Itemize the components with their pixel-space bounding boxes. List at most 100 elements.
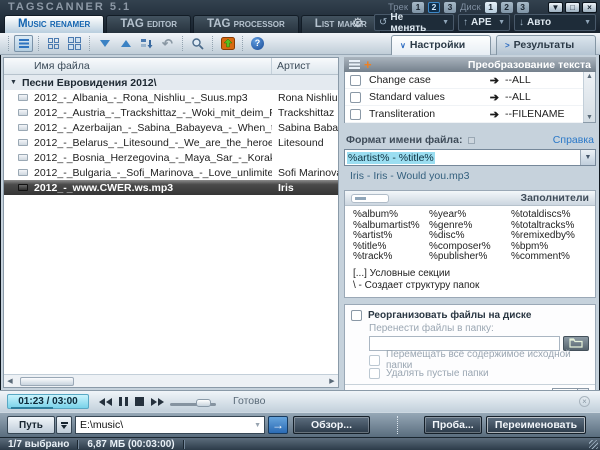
write-mode-dropdown[interactable]: ↓ Авто ▼: [514, 14, 596, 31]
placeholder-tag[interactable]: %year%: [429, 210, 511, 221]
path-mode-button[interactable]: Путь: [7, 416, 55, 434]
tab-settings[interactable]: ∨ Настройки: [391, 35, 491, 55]
table-row[interactable]: 2012_-_Belarus_-_Litesound_-_We_are_the_…: [4, 135, 338, 150]
tab-tag-editor[interactable]: TAG editor: [106, 15, 191, 33]
chevron-down-icon[interactable]: ▼: [580, 150, 595, 165]
file-list-panel: Имя файла Артист ▼ Песни Евровидения 201…: [3, 57, 339, 388]
column-header-name[interactable]: Имя файла: [4, 58, 272, 74]
rename-button[interactable]: Переименовать: [486, 416, 586, 434]
track-digit-3[interactable]: 3: [444, 2, 456, 13]
gear-icon[interactable]: ⚙: [352, 15, 364, 31]
placeholder-tag[interactable]: %publisher%: [429, 252, 511, 263]
list-view-icon[interactable]: [14, 35, 33, 52]
transform-row[interactable]: Transliteration ➔ --FILENAME: [345, 106, 583, 123]
selection-count: 1/7 выбрано: [0, 439, 77, 450]
list-icon[interactable]: [349, 60, 360, 69]
separator: [242, 36, 243, 51]
search-icon[interactable]: [188, 35, 207, 52]
scrollbar-thumb[interactable]: [20, 377, 74, 386]
file-icon: [18, 139, 28, 146]
horizontal-scrollbar[interactable]: ◀ ▶: [4, 374, 338, 387]
close-button[interactable]: ×: [582, 2, 597, 13]
tab-tag-processor[interactable]: TAG processor: [193, 15, 299, 33]
scroll-down-icon[interactable]: ▼: [586, 114, 593, 121]
tab-results[interactable]: > Результаты: [496, 35, 596, 55]
filter-dash-icon: [355, 197, 366, 200]
disc-digit-3[interactable]: 3: [517, 2, 529, 13]
pause-button[interactable]: [119, 397, 128, 406]
preview-button[interactable]: Проба...: [424, 416, 482, 434]
forward-button[interactable]: [151, 398, 164, 406]
placeholders-filter-box[interactable]: [351, 194, 389, 203]
tab-music-renamer[interactable]: Music renamer: [4, 15, 104, 33]
placeholder-tag[interactable]: %album%: [353, 210, 429, 221]
add-icon[interactable]: +: [364, 59, 372, 70]
read-format-dropdown[interactable]: ↑ APE ▼: [458, 14, 510, 31]
write-mode-value: Авто: [527, 17, 551, 28]
question-mark-icon: ?: [251, 37, 264, 50]
format-options-icon[interactable]: [468, 137, 475, 144]
scroll-up-icon[interactable]: ▲: [586, 73, 593, 80]
large-grid-view-icon[interactable]: [65, 35, 84, 52]
move-down-icon[interactable]: [95, 35, 114, 52]
checkbox[interactable]: [350, 109, 361, 120]
move-up-icon[interactable]: [116, 35, 135, 52]
table-row[interactable]: 2012_-_Azerbaijan_-_Sabina_Babayeva_-_Wh…: [4, 120, 338, 135]
checkbox[interactable]: [350, 75, 361, 86]
table-row-selected[interactable]: 2012_-_www.CWER.ws.mp3 Iris: [4, 180, 338, 195]
checkbox[interactable]: [351, 310, 362, 321]
arrow-right-icon: ➔: [490, 108, 499, 121]
transform-row[interactable]: Standard values ➔ --ALL: [345, 89, 583, 106]
resize-grip[interactable]: [589, 440, 598, 449]
transform-section-header: + Преобразование текста: [344, 57, 596, 72]
forward-icon: [158, 398, 164, 406]
rewind-button[interactable]: [99, 398, 112, 406]
scroll-right-icon[interactable]: ▶: [326, 377, 338, 385]
placeholders-header: Заполнители: [345, 191, 595, 206]
checkbox[interactable]: [369, 368, 380, 379]
stop-button[interactable]: [135, 397, 144, 406]
divider: [345, 384, 595, 385]
help-icon[interactable]: ?: [248, 35, 267, 52]
no-change-dropdown[interactable]: ↺ Не менять ▼: [374, 14, 454, 31]
size-duration: 6,87 МБ (00:03:00): [79, 439, 182, 450]
table-row[interactable]: 2012_-_Albania_-_Rona_Nishliu_-_Suus.mp3…: [4, 90, 338, 105]
placeholder-tag[interactable]: %totaldiscs%: [511, 210, 595, 221]
reorganize-option[interactable]: Реорганизовать файлы на диске: [351, 309, 589, 323]
sort-icon[interactable]: [137, 35, 156, 52]
small-grid-view-icon[interactable]: [44, 35, 63, 52]
format-input[interactable]: %artist% - %title% ▼: [344, 149, 596, 166]
disc-digit-2[interactable]: 2: [501, 2, 513, 13]
help-link[interactable]: Справка: [553, 134, 594, 146]
placeholder-tag[interactable]: %comment%: [511, 252, 595, 263]
collapse-triangle-icon[interactable]: ▼: [10, 79, 17, 86]
maximize-button[interactable]: □: [565, 2, 580, 13]
go-button[interactable]: →: [268, 416, 288, 434]
disc-digit-1[interactable]: 1: [485, 2, 497, 13]
tab-list-maker[interactable]: List maker: [301, 15, 381, 33]
vertical-scrollbar[interactable]: ▲ ▼: [583, 72, 595, 122]
table-row[interactable]: 2012_-_Bosnia_Herzegovina_-_Maya_Sar_-_K…: [4, 150, 338, 165]
separator: [89, 36, 90, 51]
placeholder-tag[interactable]: %track%: [353, 252, 429, 263]
group-row[interactable]: ▼ Песни Евровидения 2012\: [4, 75, 338, 90]
column-header-artist[interactable]: Артист: [272, 58, 338, 74]
move-all-option[interactable]: Перемещать всё содержимое исходной папки: [351, 354, 589, 367]
checkbox[interactable]: [369, 355, 380, 366]
path-mode-dropdown[interactable]: [56, 416, 72, 434]
transform-row[interactable]: Change case ➔ --ALL: [345, 72, 583, 89]
browse-button[interactable]: Обзор...: [293, 416, 370, 434]
close-player-icon[interactable]: ×: [579, 396, 590, 407]
chevron-down-icon[interactable]: ▼: [254, 422, 264, 429]
table-row[interactable]: 2012_-_Bulgaria_-_Sofi_Marinova_-_Love_u…: [4, 165, 338, 180]
path-input[interactable]: E:\music\ ▼: [75, 416, 265, 434]
format-label: Формат имени файла:: [346, 134, 462, 146]
file-artist: Trackshittaz: [272, 107, 338, 119]
checkbox[interactable]: [350, 92, 361, 103]
table-row[interactable]: 2012_-_Austria_-_Trackshittaz_-_Woki_mit…: [4, 105, 338, 120]
rescan-icon[interactable]: [218, 35, 237, 52]
volume-thumb[interactable]: [196, 399, 211, 407]
minimize-button[interactable]: ▼: [548, 2, 563, 13]
undo-icon[interactable]: ↶: [158, 35, 177, 52]
scroll-left-icon[interactable]: ◀: [4, 377, 16, 385]
